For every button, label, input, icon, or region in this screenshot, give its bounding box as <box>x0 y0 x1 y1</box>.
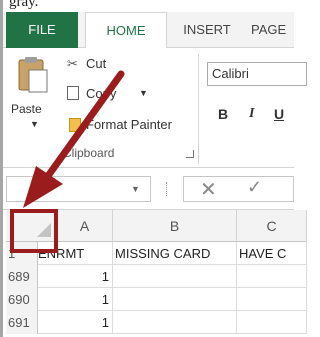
cell-a[interactable]: 1 <box>38 311 113 334</box>
cell-c[interactable]: HAVE C <box>237 242 307 265</box>
column-header-b[interactable]: B <box>113 210 237 242</box>
tab-page-layout[interactable]: PAGE <box>251 12 301 48</box>
format-painter-icon[interactable] <box>69 118 81 132</box>
cell-b[interactable] <box>113 288 237 311</box>
italic-button[interactable]: I <box>249 106 254 122</box>
table-row: 689 1 <box>6 265 307 288</box>
name-box[interactable]: ▼ <box>6 176 151 202</box>
cancel-icon[interactable]: ✕ <box>200 177 217 202</box>
bold-button[interactable]: B <box>218 106 228 122</box>
tab-home[interactable]: HOME <box>85 12 167 49</box>
enter-icon[interactable]: ✓ <box>247 177 262 198</box>
cell-a[interactable]: 1 <box>38 265 113 288</box>
tab-file[interactable]: FILE <box>6 12 78 48</box>
underline-button[interactable]: U <box>274 106 284 122</box>
copy-dropdown-icon[interactable]: ▼ <box>139 88 148 98</box>
dialog-launcher-icon[interactable] <box>186 150 194 158</box>
caption-text: gray. <box>9 0 39 10</box>
paste-button[interactable]: Paste <box>11 102 42 116</box>
table-row: 690 1 <box>6 288 307 311</box>
caption-strip: gray. <box>3 0 294 12</box>
cell-c[interactable] <box>237 265 307 288</box>
cell-b[interactable]: MISSING CARD <box>113 242 237 265</box>
paste-dropdown-icon[interactable]: ▼ <box>30 119 39 129</box>
copy-button[interactable]: Copy <box>86 86 116 101</box>
cut-button[interactable]: Cut <box>86 56 106 71</box>
ribbon-tabs: FILE HOME INSERT PAGE <box>3 12 294 49</box>
ribbon-home: Paste ▼ ✂ Cut Copy ▼ Format Painter Clip… <box>3 48 307 168</box>
select-all-highlight-box <box>10 209 58 253</box>
chevron-down-icon[interactable]: ▼ <box>131 184 140 194</box>
clipboard-group-label: Clipboard <box>63 146 115 160</box>
formula-bar: ▼ ✕ ✓ <box>3 168 294 210</box>
cell-b[interactable] <box>113 265 237 288</box>
paste-icon[interactable] <box>17 56 49 94</box>
cell-a[interactable]: 1 <box>38 288 113 311</box>
row-header[interactable]: 689 <box>6 265 38 288</box>
table-row: 691 1 <box>6 311 307 334</box>
formula-buttons: ✕ ✓ <box>183 176 294 202</box>
column-header-c[interactable]: C <box>237 210 307 242</box>
format-painter-button[interactable]: Format Painter <box>86 117 172 132</box>
group-divider <box>198 54 199 164</box>
formula-bar-separator <box>166 182 168 196</box>
tab-insert[interactable]: INSERT <box>171 12 243 48</box>
copy-icon[interactable] <box>67 86 79 100</box>
row-header[interactable]: 691 <box>6 311 38 334</box>
cell-b[interactable] <box>113 311 237 334</box>
excel-window: gray. FILE HOME INSERT PAGE Paste ▼ ✂ Cu… <box>0 0 307 337</box>
font-name-select[interactable]: Calibri <box>207 62 307 86</box>
row-header[interactable]: 690 <box>6 288 38 311</box>
scissors-icon[interactable]: ✂ <box>67 56 78 72</box>
cell-c[interactable] <box>237 288 307 311</box>
column-header-a[interactable]: A <box>57 210 113 242</box>
cell-c[interactable] <box>237 311 307 334</box>
